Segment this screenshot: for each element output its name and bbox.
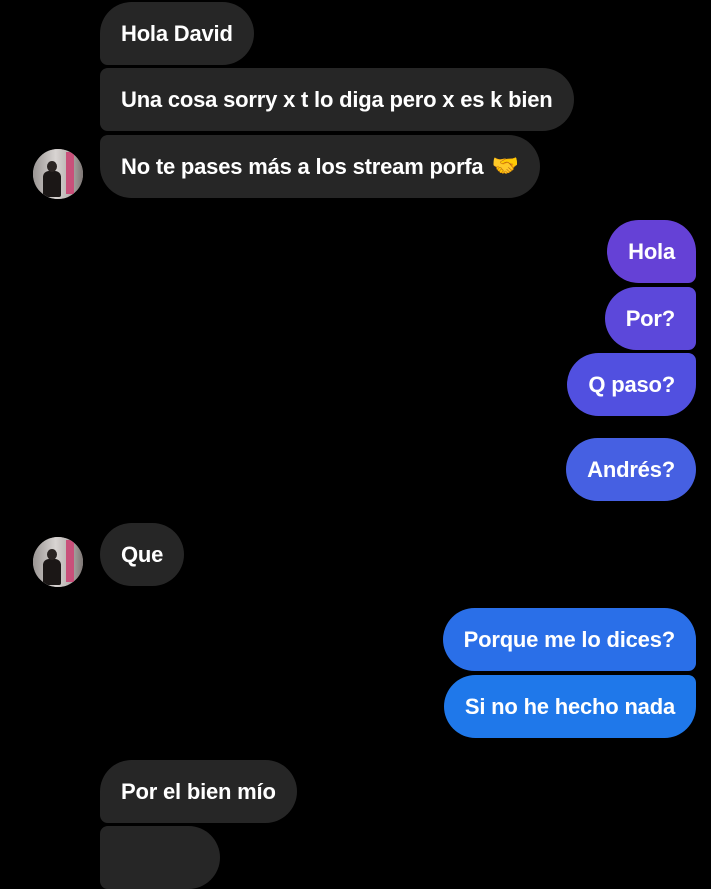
outgoing-message[interactable]: Porque me lo dices?: [442, 608, 696, 671]
incoming-message[interactable]: Que: [100, 523, 185, 586]
message-text: No te pases más a los stream porfa: [121, 153, 484, 179]
incoming-message-partial[interactable]: [100, 826, 220, 889]
outgoing-message[interactable]: Q paso?: [567, 353, 696, 416]
outgoing-message[interactable]: Hola: [607, 220, 696, 283]
incoming-message[interactable]: Una cosa sorry x t lo diga pero x es k b…: [100, 68, 574, 131]
message-text: Hola: [628, 238, 675, 264]
outgoing-message[interactable]: Por?: [604, 287, 696, 350]
message-text: Andrés?: [587, 456, 675, 482]
message-text: Por?: [625, 305, 676, 331]
contact-avatar[interactable]: [33, 537, 83, 587]
message-text: Porque me lo dices?: [463, 626, 676, 652]
contact-avatar[interactable]: [33, 149, 83, 199]
outgoing-message[interactable]: Andrés?: [566, 438, 696, 501]
message-text: Si no he hecho nada: [464, 693, 675, 719]
message-text: Que: [121, 541, 164, 567]
message-text: Hola David: [121, 20, 233, 46]
message-text: Q paso?: [588, 371, 675, 397]
incoming-message[interactable]: No te pases más a los stream porfa 🤝: [100, 135, 540, 198]
incoming-message[interactable]: Por el bien mío: [100, 760, 297, 823]
handshake-emoji-icon: 🤝: [491, 154, 519, 179]
message-text: Por el bien mío: [121, 778, 276, 804]
message-text: Una cosa sorry x t lo diga pero x es k b…: [121, 86, 553, 112]
outgoing-message[interactable]: Si no he hecho nada: [443, 675, 696, 738]
incoming-message[interactable]: Hola David: [100, 2, 254, 65]
